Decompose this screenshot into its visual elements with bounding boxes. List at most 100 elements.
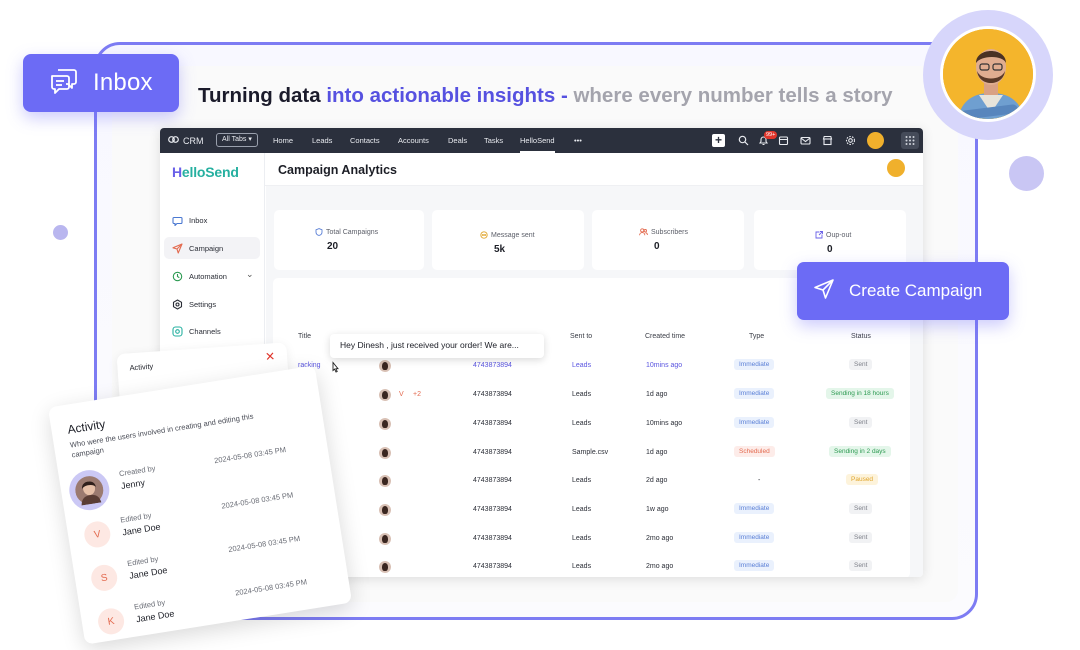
sidebar-item-campaign[interactable]: Campaign	[164, 237, 260, 259]
nav-hellosend[interactable]: HelloSend	[520, 136, 555, 153]
row-phone[interactable]: 4743873894	[473, 563, 512, 570]
add-icon[interactable]: +	[712, 134, 725, 147]
sidebar-item-inbox[interactable]: Inbox	[164, 209, 260, 231]
shield-icon	[315, 228, 323, 236]
row-sent-to[interactable]: Leads	[572, 477, 591, 484]
row-created-time: 2d ago	[646, 477, 668, 484]
logo-mark: H	[172, 164, 182, 180]
users-icon	[639, 228, 648, 236]
header-avatar[interactable]	[887, 159, 905, 177]
inbox-icon	[172, 216, 183, 226]
status-badge: Sending in 2 days	[829, 446, 891, 457]
activity-panel-back-title: Activity	[129, 361, 154, 373]
contact-avatar	[379, 504, 391, 516]
stat-label: Subscribers	[639, 228, 688, 236]
row-sent-to[interactable]: Leads	[572, 506, 591, 513]
marketplace-icon[interactable]	[822, 135, 833, 146]
gear-icon[interactable]	[845, 135, 856, 146]
nav-home[interactable]: Home	[273, 136, 293, 145]
stat-label-text: Subscribers	[651, 228, 688, 236]
row-created-time: 1d ago	[646, 449, 668, 456]
status-badge: Sending in 18 hours	[826, 388, 894, 399]
calendar-icon[interactable]	[778, 135, 789, 146]
chevron-down-icon: ▾	[248, 136, 252, 143]
stat-label: Total Campaigns	[315, 228, 378, 236]
automation-icon	[172, 271, 183, 281]
row-sent-to[interactable]: Leads	[572, 391, 591, 398]
mail-icon[interactable]	[800, 135, 811, 146]
search-icon[interactable]	[738, 135, 749, 146]
nav-tasks[interactable]: Tasks	[484, 136, 503, 145]
row-phone[interactable]: 4743873894	[473, 535, 512, 542]
row-created-time: 2mo ago	[646, 563, 674, 570]
activity-panel: Activity Who were the users involved in …	[47, 365, 353, 645]
type-badge: Immediate	[734, 388, 775, 399]
apps-grid-icon[interactable]	[901, 132, 919, 149]
nav-deals[interactable]: Deals	[448, 136, 467, 145]
column-header-type[interactable]: Type	[749, 333, 764, 340]
column-header-status[interactable]: Status	[851, 333, 871, 340]
sidebar-item-automation[interactable]: Automation ⌄	[164, 265, 260, 287]
type-badge: -	[758, 477, 761, 484]
contact-avatar	[379, 389, 391, 401]
create-campaign-button[interactable]: Create Campaign	[797, 262, 1009, 320]
row-phone[interactable]: 4743873894	[473, 362, 512, 369]
type-badge: Immediate	[734, 532, 775, 543]
nav-contacts[interactable]: Contacts	[350, 136, 380, 145]
all-tabs-dropdown[interactable]: All Tabs ▾	[216, 133, 258, 147]
row-phone[interactable]: 4743873894	[473, 506, 512, 513]
row-phone[interactable]: 4743873894	[473, 449, 512, 456]
activity-timestamp: 2024-05-08 03:45 PM	[213, 444, 287, 466]
contact-avatar	[379, 533, 391, 545]
sidebar-item-label: Inbox	[189, 215, 208, 225]
sidebar-item-channels[interactable]: Channels	[164, 320, 260, 342]
notification-badge: 99+	[764, 131, 778, 139]
stage: Inbox Turning data into actionable insig…	[0, 0, 1080, 650]
column-header-sent-to[interactable]: Sent to	[570, 333, 592, 340]
row-sent-to[interactable]: Sample.csv	[572, 449, 608, 456]
column-header-created-time[interactable]: Created time	[645, 333, 685, 340]
avatar	[66, 467, 113, 514]
headline-part-3: where every number tells a story	[573, 84, 893, 107]
status-badge: Sent	[849, 503, 873, 514]
row-sent-to[interactable]: Leads	[572, 535, 591, 542]
activity-timestamp: 2024-05-08 03:45 PM	[220, 490, 294, 511]
avatar	[940, 26, 1036, 122]
sidebar-item-settings[interactable]: Settings	[164, 293, 260, 315]
row-sent-to[interactable]: Leads	[572, 420, 591, 427]
row-created-time: 1w ago	[646, 506, 669, 513]
type-badge: Immediate	[734, 359, 775, 370]
nav-accounts[interactable]: Accounts	[398, 136, 429, 145]
row-sent-to[interactable]: Leads	[572, 563, 591, 570]
contact-avatar	[379, 360, 391, 372]
row-created-time: 10mins ago	[646, 362, 683, 369]
headline-part-2: into actionable insights -	[326, 84, 574, 107]
row-phone[interactable]: 4743873894	[473, 477, 512, 484]
close-icon[interactable]: ✕	[265, 349, 276, 364]
message-preview-tooltip: Hey Dinesh , just received your order! W…	[330, 334, 544, 358]
row-phone[interactable]: 4743873894	[473, 391, 512, 398]
extra-count: +2	[413, 391, 421, 398]
stat-card-message-sent: Message sent 5k	[432, 210, 584, 270]
activity-role: Created by	[118, 463, 157, 479]
nav-more[interactable]: •••	[574, 136, 582, 145]
avatar: V	[82, 519, 113, 550]
inbox-badge[interactable]: Inbox	[23, 54, 179, 112]
sidebar-item-label: Settings	[189, 299, 217, 309]
column-header-title[interactable]: Title	[298, 333, 311, 340]
type-badge: Immediate	[734, 560, 775, 571]
hellosend-logo: HelloSend	[172, 164, 239, 180]
logo-text: elloSend	[181, 164, 239, 180]
top-navigation-bar: CRM All Tabs ▾ Home Leads Contacts Accou…	[160, 128, 923, 153]
stat-value: 5k	[494, 244, 506, 255]
crm-brand[interactable]: CRM	[168, 135, 204, 146]
channels-icon	[172, 325, 183, 337]
avatar: S	[89, 563, 120, 593]
nav-leads[interactable]: Leads	[312, 136, 332, 145]
user-avatar[interactable]	[867, 132, 884, 149]
sidebar-item-label: Automation	[189, 271, 227, 281]
row-phone[interactable]: 4743873894	[473, 420, 512, 427]
type-badge: Immediate	[734, 417, 775, 428]
contact-avatar	[379, 475, 391, 487]
row-sent-to[interactable]: Leads	[572, 362, 591, 369]
